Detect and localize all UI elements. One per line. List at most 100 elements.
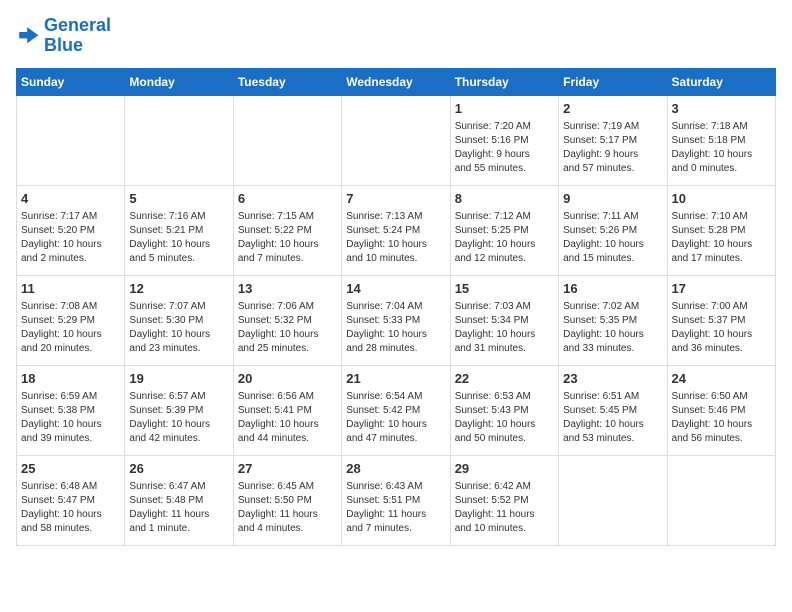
- day-content: Sunrise: 7:07 AMSunset: 5:30 PMDaylight:…: [129, 300, 228, 356]
- day-content: Sunrise: 7:17 AMSunset: 5:20 PMDaylight:…: [21, 210, 120, 266]
- day-number: 26: [129, 460, 228, 478]
- calendar-cell: 7 Sunrise: 7:13 AMSunset: 5:24 PMDaylight…: [342, 185, 450, 275]
- calendar-header-row: SundayMondayTuesdayWednesdayThursdayFrid…: [17, 68, 776, 95]
- day-content: Sunrise: 7:10 AMSunset: 5:28 PMDaylight:…: [672, 210, 771, 266]
- day-number: 8: [455, 190, 554, 208]
- calendar-cell: [667, 455, 775, 545]
- day-content: Sunrise: 7:04 AMSunset: 5:33 PMDaylight:…: [346, 300, 445, 356]
- calendar-cell: 13Sunrise: 7:06 AMSunset: 5:32 PMDayligh…: [233, 275, 341, 365]
- day-content: Sunrise: 7:18 AMSunset: 5:18 PMDaylight:…: [672, 120, 771, 176]
- day-content: Sunrise: 7:08 AMSunset: 5:29 PMDaylight:…: [21, 300, 120, 356]
- calendar-cell: 23 Sunrise: 6:51 AMSunset: 5:45 PMDayligh…: [559, 365, 667, 455]
- calendar-cell: 3 Sunrise: 7:18 AMSunset: 5:18 PMDaylight…: [667, 95, 775, 185]
- col-header-sunday: Sunday: [17, 68, 125, 95]
- day-number: 7: [346, 190, 445, 208]
- col-header-wednesday: Wednesday: [342, 68, 450, 95]
- day-number: 22: [455, 370, 554, 388]
- calendar-cell: 26 Sunrise: 6:47 AMSunset: 5:48 PMDayligh…: [125, 455, 233, 545]
- day-content: Sunrise: 7:19 AMSunset: 5:17 PMDaylight:…: [563, 120, 662, 176]
- week-row-3: 18 Sunrise: 6:59 AMSunset: 5:38 PMDayligh…: [17, 365, 776, 455]
- calendar-cell: 6Sunrise: 7:15 AMSunset: 5:22 PMDaylight…: [233, 185, 341, 275]
- day-number: 29: [455, 460, 554, 478]
- day-content: Sunrise: 6:57 AMSunset: 5:39 PMDaylight:…: [129, 390, 228, 446]
- calendar-cell: [342, 95, 450, 185]
- calendar-cell: 4Sunrise: 7:17 AMSunset: 5:20 PMDaylight…: [17, 185, 125, 275]
- day-content: Sunrise: 6:43 AMSunset: 5:51 PMDaylight:…: [346, 480, 445, 536]
- day-content: Sunrise: 7:11 AMSunset: 5:26 PMDaylight:…: [563, 210, 662, 266]
- calendar-cell: 2 Sunrise: 7:19 AMSunset: 5:17 PMDaylight…: [559, 95, 667, 185]
- day-number: 19: [129, 370, 228, 388]
- col-header-saturday: Saturday: [667, 68, 775, 95]
- col-header-friday: Friday: [559, 68, 667, 95]
- week-row-2: 11 Sunrise: 7:08 AMSunset: 5:29 PMDayligh…: [17, 275, 776, 365]
- calendar-cell: 18 Sunrise: 6:59 AMSunset: 5:38 PMDayligh…: [17, 365, 125, 455]
- day-number: 12: [129, 280, 228, 298]
- calendar-cell: 21 Sunrise: 6:54 AMSunset: 5:42 PMDayligh…: [342, 365, 450, 455]
- calendar-cell: [559, 455, 667, 545]
- day-number: 21: [346, 370, 445, 388]
- day-number: 25: [21, 460, 120, 478]
- week-row-0: 1 Sunrise: 7:20 AMSunset: 5:16 PMDaylight…: [17, 95, 776, 185]
- day-content: Sunrise: 6:59 AMSunset: 5:38 PMDaylight:…: [21, 390, 120, 446]
- calendar-cell: 5 Sunrise: 7:16 AMSunset: 5:21 PMDaylight…: [125, 185, 233, 275]
- calendar-cell: 1 Sunrise: 7:20 AMSunset: 5:16 PMDaylight…: [450, 95, 558, 185]
- calendar-cell: 12 Sunrise: 7:07 AMSunset: 5:30 PMDayligh…: [125, 275, 233, 365]
- day-number: 17: [672, 280, 771, 298]
- day-number: 5: [129, 190, 228, 208]
- day-content: Sunrise: 6:53 AMSunset: 5:43 PMDaylight:…: [455, 390, 554, 446]
- calendar-table: SundayMondayTuesdayWednesdayThursdayFrid…: [16, 68, 776, 546]
- calendar-cell: 22 Sunrise: 6:53 AMSunset: 5:43 PMDayligh…: [450, 365, 558, 455]
- day-content: Sunrise: 7:20 AMSunset: 5:16 PMDaylight:…: [455, 120, 554, 176]
- day-number: 23: [563, 370, 662, 388]
- col-header-thursday: Thursday: [450, 68, 558, 95]
- calendar-cell: 11 Sunrise: 7:08 AMSunset: 5:29 PMDayligh…: [17, 275, 125, 365]
- day-number: 18: [21, 370, 120, 388]
- day-number: 1: [455, 100, 554, 118]
- calendar-cell: 10 Sunrise: 7:10 AMSunset: 5:28 PMDayligh…: [667, 185, 775, 275]
- day-number: 14: [346, 280, 445, 298]
- week-row-1: 4Sunrise: 7:17 AMSunset: 5:20 PMDaylight…: [17, 185, 776, 275]
- day-number: 20: [238, 370, 337, 388]
- day-content: Sunrise: 7:02 AMSunset: 5:35 PMDaylight:…: [563, 300, 662, 356]
- logo-text: General Blue: [44, 16, 111, 56]
- day-content: Sunrise: 7:06 AMSunset: 5:32 PMDaylight:…: [238, 300, 337, 356]
- day-content: Sunrise: 6:45 AMSunset: 5:50 PMDaylight:…: [238, 480, 337, 536]
- day-content: Sunrise: 6:54 AMSunset: 5:42 PMDaylight:…: [346, 390, 445, 446]
- day-content: Sunrise: 7:03 AMSunset: 5:34 PMDaylight:…: [455, 300, 554, 356]
- day-number: 24: [672, 370, 771, 388]
- calendar-cell: 9 Sunrise: 7:11 AMSunset: 5:26 PMDaylight…: [559, 185, 667, 275]
- day-number: 10: [672, 190, 771, 208]
- day-content: Sunrise: 6:48 AMSunset: 5:47 PMDaylight:…: [21, 480, 120, 536]
- calendar-cell: 16 Sunrise: 7:02 AMSunset: 5:35 PMDayligh…: [559, 275, 667, 365]
- day-content: Sunrise: 6:51 AMSunset: 5:45 PMDaylight:…: [563, 390, 662, 446]
- calendar-cell: 17Sunrise: 7:00 AMSunset: 5:37 PMDayligh…: [667, 275, 775, 365]
- day-content: Sunrise: 6:42 AMSunset: 5:52 PMDaylight:…: [455, 480, 554, 536]
- day-number: 2: [563, 100, 662, 118]
- calendar-cell: [17, 95, 125, 185]
- calendar-cell: 25 Sunrise: 6:48 AMSunset: 5:47 PMDayligh…: [17, 455, 125, 545]
- calendar-cell: [125, 95, 233, 185]
- day-number: 11: [21, 280, 120, 298]
- day-number: 9: [563, 190, 662, 208]
- calendar-cell: 28Sunrise: 6:43 AMSunset: 5:51 PMDayligh…: [342, 455, 450, 545]
- week-row-4: 25 Sunrise: 6:48 AMSunset: 5:47 PMDayligh…: [17, 455, 776, 545]
- day-number: 15: [455, 280, 554, 298]
- day-number: 3: [672, 100, 771, 118]
- calendar-cell: 19 Sunrise: 6:57 AMSunset: 5:39 PMDayligh…: [125, 365, 233, 455]
- calendar-cell: 29 Sunrise: 6:42 AMSunset: 5:52 PMDayligh…: [450, 455, 558, 545]
- day-content: Sunrise: 6:50 AMSunset: 5:46 PMDaylight:…: [672, 390, 771, 446]
- day-number: 27: [238, 460, 337, 478]
- col-header-monday: Monday: [125, 68, 233, 95]
- calendar-cell: [233, 95, 341, 185]
- calendar-cell: 14 Sunrise: 7:04 AMSunset: 5:33 PMDayligh…: [342, 275, 450, 365]
- day-number: 16: [563, 280, 662, 298]
- day-content: Sunrise: 6:47 AMSunset: 5:48 PMDaylight:…: [129, 480, 228, 536]
- col-header-tuesday: Tuesday: [233, 68, 341, 95]
- day-content: Sunrise: 7:16 AMSunset: 5:21 PMDaylight:…: [129, 210, 228, 266]
- calendar-cell: 27 Sunrise: 6:45 AMSunset: 5:50 PMDayligh…: [233, 455, 341, 545]
- logo-icon: [16, 24, 40, 48]
- day-content: Sunrise: 7:15 AMSunset: 5:22 PMDaylight:…: [238, 210, 337, 266]
- calendar-cell: 15 Sunrise: 7:03 AMSunset: 5:34 PMDayligh…: [450, 275, 558, 365]
- day-content: Sunrise: 7:12 AMSunset: 5:25 PMDaylight:…: [455, 210, 554, 266]
- day-content: Sunrise: 7:13 AMSunset: 5:24 PMDaylight:…: [346, 210, 445, 266]
